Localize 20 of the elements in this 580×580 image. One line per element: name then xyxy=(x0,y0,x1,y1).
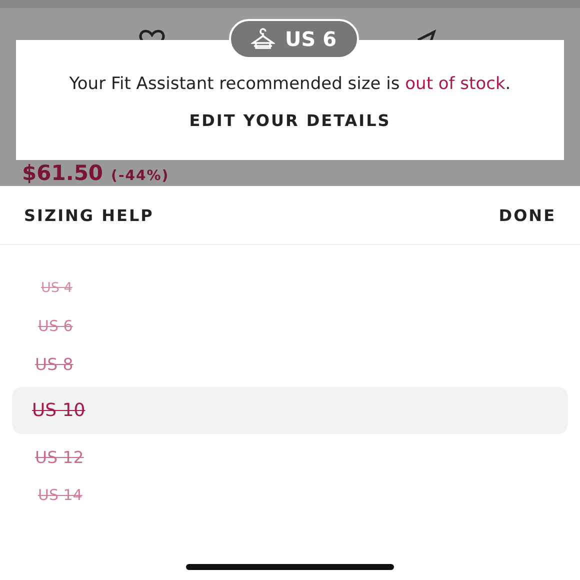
size-label: US 4 xyxy=(41,280,72,296)
size-label: US 12 xyxy=(35,448,84,466)
size-label: US 8 xyxy=(35,354,74,374)
size-option[interactable]: US 4 xyxy=(12,269,568,307)
size-option[interactable]: US 14 xyxy=(12,476,568,514)
size-option[interactable]: US 12 xyxy=(12,438,568,476)
fit-message: Your Fit Assistant recommended size is out of stock. xyxy=(69,74,511,94)
recommended-size-badge: US 6 xyxy=(229,19,359,59)
size-option[interactable]: US 8 xyxy=(12,345,568,383)
edit-details-button[interactable]: EDIT YOUR DETAILS xyxy=(183,110,397,131)
size-label: US 10 xyxy=(32,400,86,421)
discount: (-44%) xyxy=(111,169,170,183)
size-label: US 6 xyxy=(38,317,73,335)
sizing-help-button[interactable]: SIZING HELP xyxy=(24,206,154,224)
size-option[interactable]: US 10 xyxy=(12,387,568,434)
size-label: US 14 xyxy=(38,486,82,504)
size-option[interactable]: US 6 xyxy=(12,307,568,345)
price: $61.50 (-44%) xyxy=(22,163,170,184)
hanger-icon xyxy=(251,28,275,50)
done-button[interactable]: DONE xyxy=(498,206,556,224)
